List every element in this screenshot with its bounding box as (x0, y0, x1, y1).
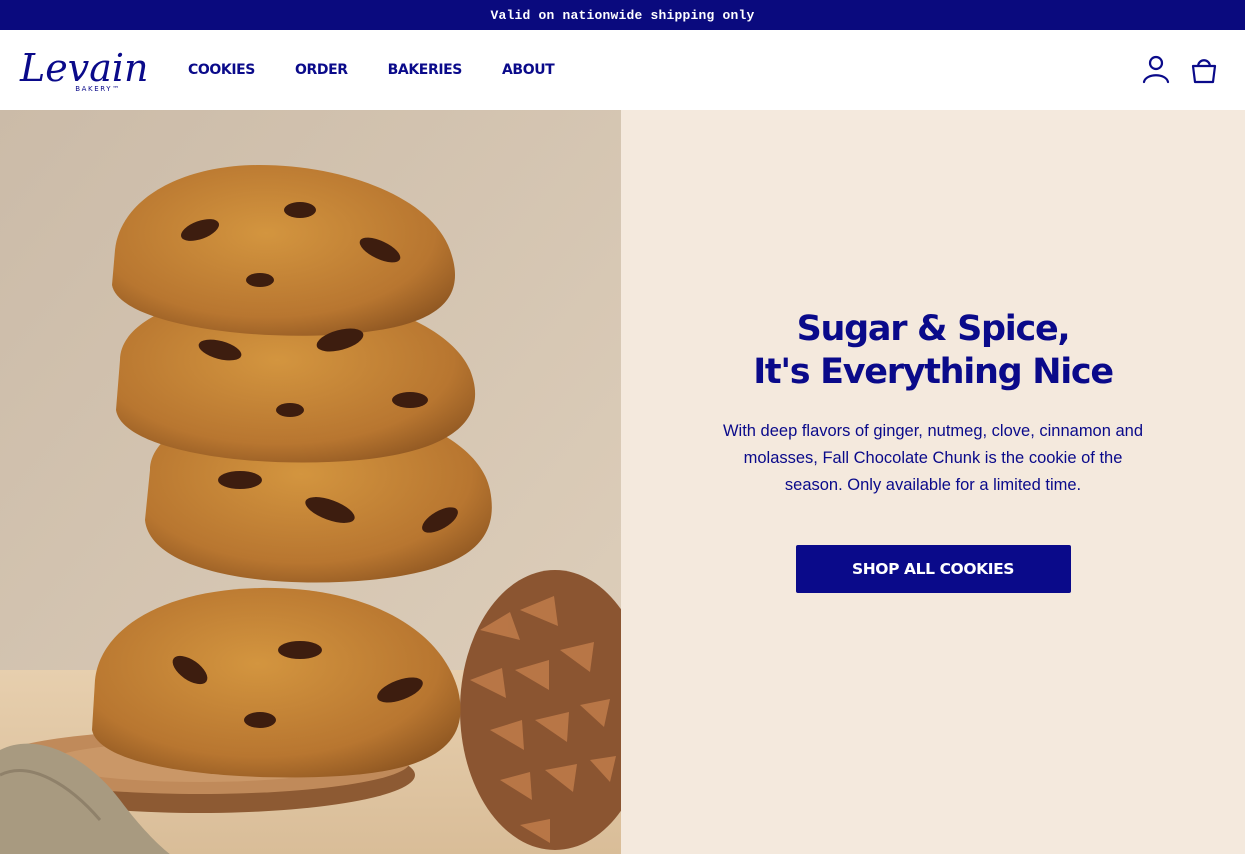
nav-item-bakeries[interactable]: BAKERIES (388, 62, 463, 78)
announcement-text: Valid on nationwide shipping only (490, 7, 755, 23)
logo-wordmark: Levain (19, 47, 148, 89)
header-actions (1141, 54, 1219, 86)
hero-headline: Sugar & Spice, It's Everything Nice (753, 308, 1114, 394)
hero-headline-line-1: Sugar & Spice, (796, 309, 1071, 349)
site-header: Levain BAKERY™ COOKIES ORDER BAKERIES AB… (0, 30, 1245, 110)
svg-text:Levain: Levain (19, 47, 148, 89)
hero-headline-line-2: It's Everything Nice (753, 352, 1114, 392)
hero-content-panel: Sugar & Spice, It's Everything Nice With… (621, 110, 1245, 854)
hero-section: Sugar & Spice, It's Everything Nice With… (0, 110, 1245, 854)
shopping-bag-icon[interactable] (1189, 54, 1219, 86)
user-icon[interactable] (1141, 54, 1171, 86)
hero-cookie-image (0, 110, 621, 854)
hero-description: With deep flavors of ginger, nutmeg, clo… (722, 422, 1144, 494)
brand-logo[interactable]: Levain BAKERY™ (18, 47, 148, 93)
nav-item-about[interactable]: ABOUT (502, 62, 555, 78)
main-nav: COOKIES ORDER BAKERIES ABOUT (188, 62, 555, 78)
logo-subtitle: BAKERY™ (75, 85, 121, 93)
announcement-bar: Valid on nationwide shipping only (0, 0, 1245, 30)
nav-item-order[interactable]: ORDER (295, 62, 348, 78)
nav-item-cookies[interactable]: COOKIES (188, 62, 255, 78)
shop-all-cookies-button[interactable]: SHOP ALL COOKIES (795, 545, 1071, 593)
